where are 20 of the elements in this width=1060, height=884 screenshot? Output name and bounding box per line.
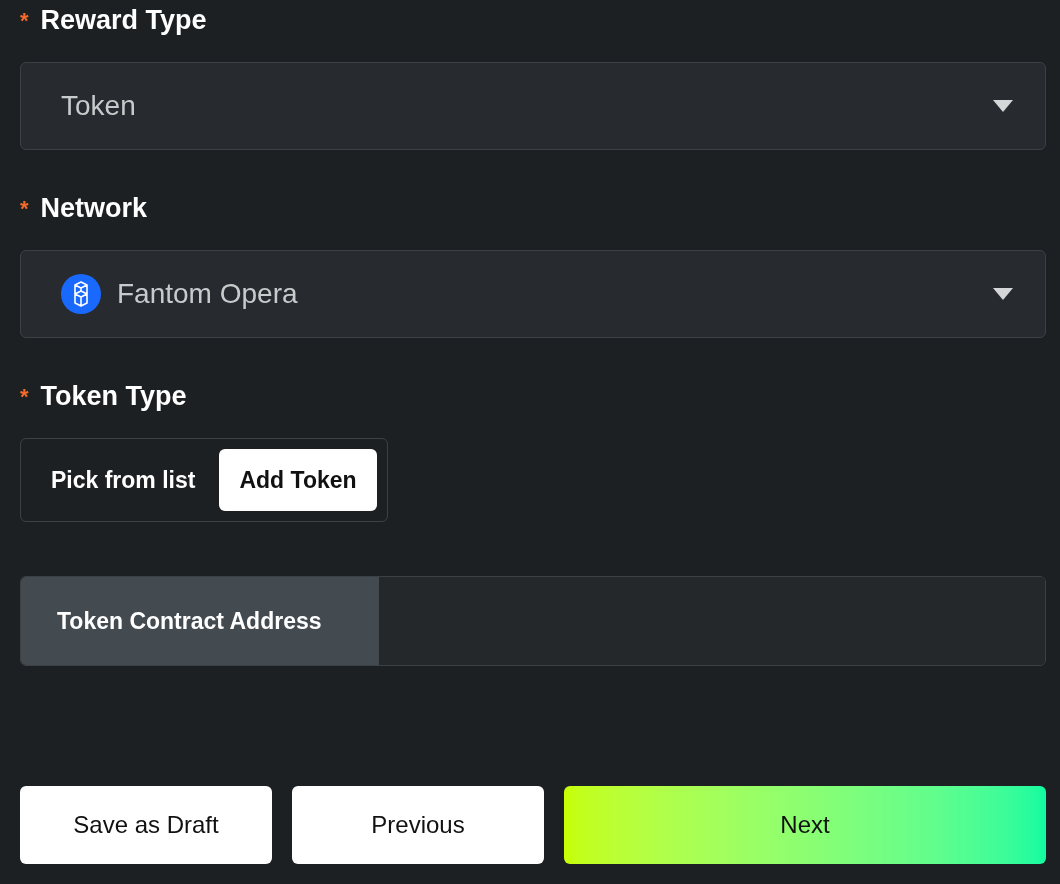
field-label: Token Type (40, 379, 187, 413)
select-value: Fantom Opera (117, 277, 299, 311)
segment-tab[interactable]: Pick from list (31, 449, 216, 511)
secondary-button[interactable]: Previous (292, 786, 544, 864)
input-field[interactable] (379, 577, 1045, 665)
field-label: Reward Type (40, 3, 207, 37)
segment-tab[interactable]: Add Token (219, 449, 377, 511)
required-mark: * (20, 382, 29, 411)
secondary-button[interactable]: Save as Draft (20, 786, 272, 864)
next-button[interactable]: Next (564, 786, 1046, 864)
select-value: Token (61, 89, 137, 123)
required-mark: * (20, 194, 29, 223)
caret-icon (993, 100, 1013, 112)
required-mark: * (20, 6, 29, 35)
network-logo-icon (61, 274, 101, 314)
caret-icon (993, 288, 1013, 300)
select-field[interactable]: Fantom Opera (20, 250, 1046, 338)
select-field[interactable]: Token (20, 62, 1046, 150)
field-label: Network (40, 191, 148, 225)
input-addon: Token Contract Address (21, 577, 379, 665)
